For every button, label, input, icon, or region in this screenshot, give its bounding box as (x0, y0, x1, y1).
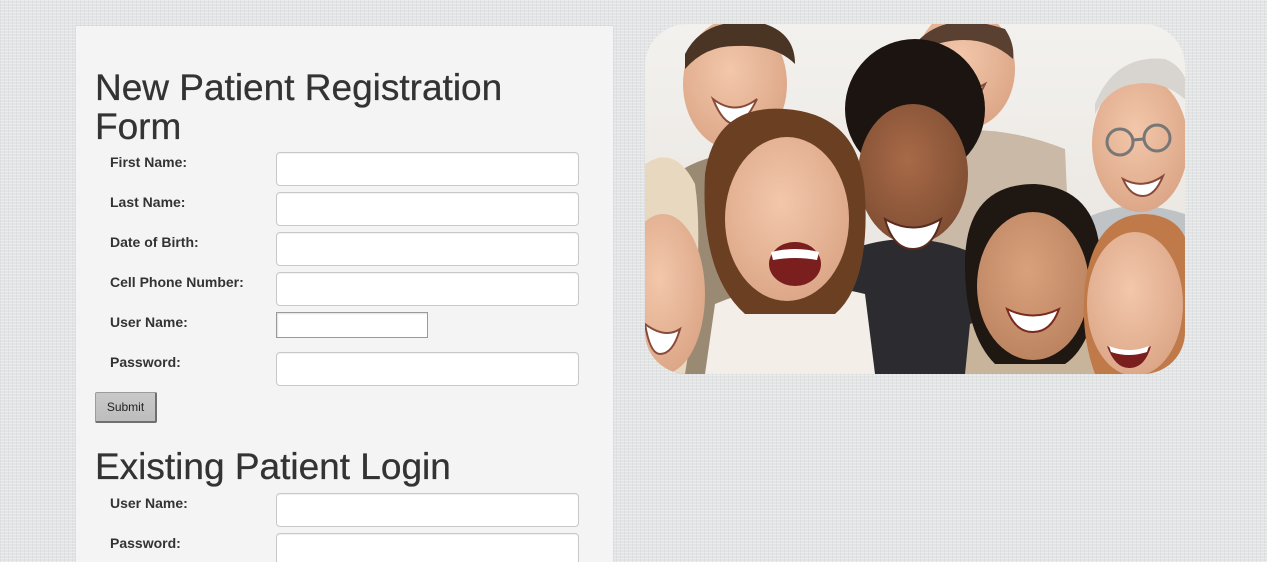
date-of-birth-input[interactable] (276, 232, 579, 266)
last-name-input[interactable] (276, 192, 579, 226)
group-of-people-illustration (645, 24, 1185, 374)
new-password-row: Password: (110, 352, 580, 386)
form-panel: New Patient Registration Form First Name… (76, 26, 613, 562)
new-username-input[interactable] (276, 312, 428, 338)
first-name-label: First Name: (110, 154, 188, 170)
new-password-input[interactable] (276, 352, 579, 386)
submit-button[interactable]: Submit (95, 392, 157, 423)
new-patient-title: New Patient Registration Form (95, 67, 503, 147)
hero-photo (645, 24, 1185, 374)
new-username-label: User Name: (110, 314, 188, 330)
login-username-row: User Name: (110, 493, 580, 527)
date-of-birth-label: Date of Birth: (110, 234, 199, 250)
login-password-input[interactable] (276, 533, 579, 562)
cell-phone-input[interactable] (276, 272, 579, 306)
login-username-input[interactable] (276, 493, 579, 527)
login-password-label: Password: (110, 535, 181, 551)
new-username-row: User Name: (110, 312, 580, 346)
date-of-birth-row: Date of Birth: (110, 232, 580, 266)
existing-patient-title: Existing Patient Login (95, 446, 451, 487)
last-name-row: Last Name: (110, 192, 580, 226)
new-password-label: Password: (110, 354, 181, 370)
first-name-input[interactable] (276, 152, 579, 186)
cell-phone-label: Cell Phone Number: (110, 274, 244, 290)
login-username-label: User Name: (110, 495, 188, 511)
first-name-row: First Name: (110, 152, 580, 186)
last-name-label: Last Name: (110, 194, 186, 210)
cell-phone-row: Cell Phone Number: (110, 272, 580, 306)
login-password-row: Password: (110, 533, 580, 562)
